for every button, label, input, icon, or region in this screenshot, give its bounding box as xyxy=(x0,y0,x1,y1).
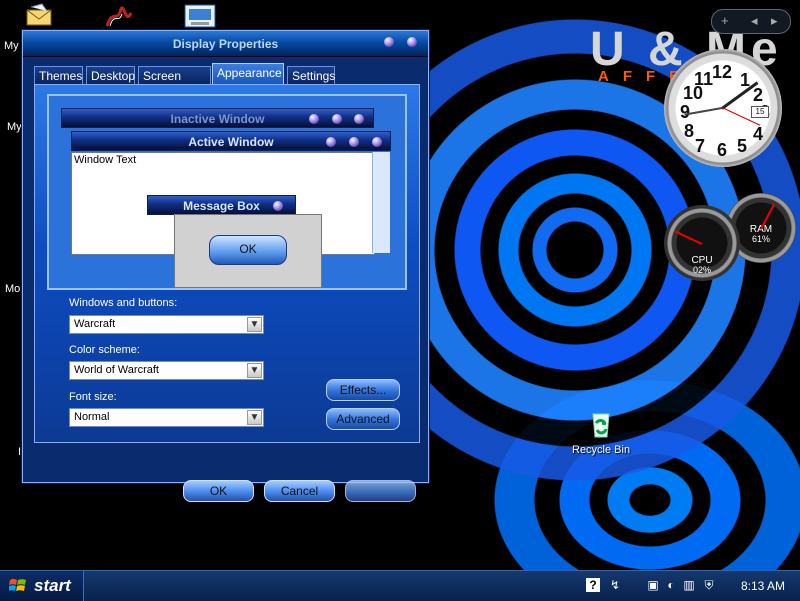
desktop-label-i[interactable]: I xyxy=(18,446,21,458)
clock-date: 15 xyxy=(751,106,769,118)
windows-buttons-value: Warcraft xyxy=(74,318,116,330)
monitor-icon[interactable]: ▥ xyxy=(682,578,696,592)
active-window-title: Active Window xyxy=(188,135,274,149)
recycle-bin-label[interactable]: Recycle Bin xyxy=(572,444,630,456)
chevron-down-icon[interactable]: ▼ xyxy=(247,410,262,425)
active-window-button xyxy=(372,137,382,147)
tab-themes[interactable]: Themes xyxy=(34,66,83,84)
inactive-window-button xyxy=(354,114,364,124)
tab-desktop[interactable]: Desktop xyxy=(86,66,135,84)
active-window-button xyxy=(326,137,336,147)
preview-ok-button: OK xyxy=(209,235,287,265)
active-window-titlebar: Active Window xyxy=(71,131,391,151)
font-size-label: Font size: xyxy=(69,391,117,403)
inactive-window-title: Inactive Window xyxy=(170,112,265,126)
window-title: Display Properties xyxy=(172,37,279,51)
help-button[interactable] xyxy=(384,37,394,47)
chevron-down-icon[interactable]: ▼ xyxy=(247,317,262,332)
start-button[interactable]: start xyxy=(0,571,84,601)
gadget-control-bar[interactable]: + ◂ ▸ xyxy=(711,9,791,34)
clock-gadget[interactable]: 12 1 2 3 4 5 6 7 8 9 10 11 15 xyxy=(664,49,782,167)
clock-number-11: 11 xyxy=(694,69,714,89)
cancel-button[interactable]: Cancel xyxy=(264,480,335,502)
system-tray[interactable]: ? ↯ ▣ ◐ ▥ ⛨ 8:13 AM xyxy=(580,571,800,601)
tab-settings[interactable]: Settings xyxy=(287,66,335,84)
add-gadget-button[interactable]: + xyxy=(721,13,729,28)
clock-number-4: 4 xyxy=(753,124,764,144)
clock-minute-hand xyxy=(684,107,723,116)
inactive-window-button xyxy=(309,114,319,124)
computer-window-icon[interactable] xyxy=(183,3,217,31)
cpu-needle xyxy=(674,230,703,245)
clock-number-5: 5 xyxy=(737,136,748,156)
color-scheme-value: World of Warcraft xyxy=(74,364,159,376)
inactive-window-titlebar: Inactive Window xyxy=(61,108,374,128)
tab-screen-saver[interactable]: Screen Saver xyxy=(138,66,211,97)
help-icon[interactable]: ? xyxy=(586,578,600,592)
windows-logo-icon xyxy=(8,578,26,593)
question-icon[interactable]: ↯ xyxy=(608,578,622,592)
active-window-button xyxy=(349,137,359,147)
taskbar: start ? ↯ ▣ ◐ ▥ ⛨ 8:13 AM xyxy=(0,570,800,601)
font-size-value: Normal xyxy=(74,411,110,423)
tab-appearance[interactable]: Appearance xyxy=(212,63,284,85)
cpu-gauge[interactable]: CPU 02% xyxy=(664,205,740,281)
ok-button[interactable]: OK xyxy=(183,480,254,502)
mail-icon[interactable] xyxy=(24,3,58,31)
next-gadget-button[interactable]: ▸ xyxy=(771,13,778,29)
inactive-window-button xyxy=(332,114,342,124)
clock-number-12: 12 xyxy=(712,62,733,82)
previous-gadget-button[interactable]: ◂ xyxy=(751,13,758,29)
desktop-label-mo[interactable]: Mo xyxy=(5,283,20,295)
desktop-label-my-1[interactable]: My xyxy=(4,40,19,52)
close-button[interactable] xyxy=(407,37,417,47)
security-icon[interactable]: ⛨ xyxy=(702,578,716,592)
start-label: start xyxy=(34,576,71,595)
windows-buttons-select[interactable]: Warcraft ▼ xyxy=(69,315,264,334)
chevron-down-icon[interactable]: ▼ xyxy=(247,363,262,378)
window-titlebar[interactable]: Display Properties xyxy=(23,31,428,57)
network-icon[interactable]: ▣ xyxy=(646,578,660,592)
windows-buttons-label: Windows and buttons: xyxy=(69,297,178,309)
display-properties-window[interactable]: Display Properties Themes Desktop Screen… xyxy=(22,30,429,502)
window-text-label: Window Text xyxy=(74,154,137,166)
clock-number-8: 8 xyxy=(684,121,695,141)
recycle-bin-icon[interactable] xyxy=(585,406,617,440)
color-scheme-label: Color scheme: xyxy=(69,344,140,356)
clock-number-6: 6 xyxy=(717,140,728,160)
message-box-titlebar: Message Box xyxy=(147,195,296,215)
preview-scrollbar xyxy=(372,152,390,253)
apply-button[interactable] xyxy=(345,480,416,502)
speaker-icon[interactable]: ◐ xyxy=(664,578,678,592)
effects-button[interactable]: Effects... xyxy=(326,379,400,401)
taskbar-time[interactable]: 8:13 AM xyxy=(741,579,785,593)
clock-number-7: 7 xyxy=(695,136,706,156)
desktop-label-my-2[interactable]: My xyxy=(7,121,22,133)
cpu-value: 02% xyxy=(692,265,711,275)
color-scheme-select[interactable]: World of Warcraft ▼ xyxy=(69,361,264,380)
message-box-button xyxy=(273,201,283,211)
graphic-tool-icon[interactable] xyxy=(104,3,138,31)
font-size-select[interactable]: Normal ▼ xyxy=(69,408,264,427)
advanced-button[interactable]: Advanced xyxy=(326,408,400,430)
